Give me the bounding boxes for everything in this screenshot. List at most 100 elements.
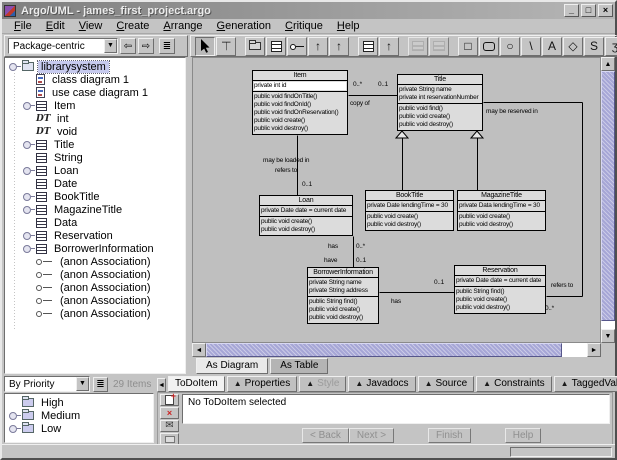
- circle-tool[interactable]: ○: [500, 37, 520, 56]
- new-todo-button[interactable]: [160, 394, 179, 406]
- expander-knob[interactable]: [22, 166, 36, 175]
- tree-item-anon-association[interactable]: (anon Association): [5, 294, 185, 307]
- tree-item-date[interactable]: Date: [5, 177, 185, 190]
- vertical-scrollbar[interactable]: ▲ ▼: [601, 57, 615, 343]
- select-tool[interactable]: [195, 37, 215, 56]
- menu-view[interactable]: View: [72, 19, 110, 33]
- association-tool[interactable]: [287, 37, 307, 56]
- expander-knob[interactable]: [22, 140, 36, 149]
- menu-help[interactable]: Help: [330, 19, 367, 33]
- email-expert-button[interactable]: ✉: [160, 420, 179, 432]
- uml-class-item[interactable]: Itemprivate int idpublic void findOnTitl…: [252, 70, 348, 135]
- tree-item-booktitle[interactable]: BookTitle: [5, 190, 185, 203]
- spline-tool[interactable]: S: [584, 37, 604, 56]
- wizard-help-button[interactable]: Help: [505, 428, 542, 443]
- expander-knob[interactable]: [22, 231, 36, 240]
- tree-item-use-case-diagram-1[interactable]: use case diagram 1: [5, 86, 185, 99]
- scroll-right-button[interactable]: ►: [587, 343, 601, 357]
- tab-properties[interactable]: ▲Properties: [227, 376, 298, 392]
- tab-style[interactable]: ▲Style: [299, 376, 346, 392]
- title-bar[interactable]: Argo/UML - james_first_project.argo _ □ …: [2, 2, 615, 19]
- tree-item-title[interactable]: Title: [5, 138, 185, 151]
- menu-critique[interactable]: Critique: [278, 19, 330, 33]
- tree-item-data[interactable]: Data: [5, 216, 185, 229]
- chevron-down-icon[interactable]: ▼: [76, 377, 89, 391]
- generalization-tool[interactable]: ↑: [329, 37, 349, 56]
- expander-knob[interactable]: [22, 205, 36, 214]
- line-tool[interactable]: \: [521, 37, 541, 56]
- tree-item-borrowerinformation[interactable]: BorrowerInformation: [5, 242, 185, 255]
- scroll-left-button[interactable]: ◄: [192, 343, 206, 357]
- tree-item-loan[interactable]: Loan: [5, 164, 185, 177]
- perspective-combobox[interactable]: Package-centric ▼: [8, 38, 118, 54]
- menu-arrange[interactable]: Arrange: [156, 19, 209, 33]
- menu-create[interactable]: Create: [109, 19, 156, 33]
- horizontal-scrollbar[interactable]: ◄ ►: [192, 343, 601, 357]
- broom-tool[interactable]: ⊢: [216, 37, 236, 56]
- dependency-tool[interactable]: ↑: [308, 37, 328, 56]
- todo-group-low[interactable]: Low: [5, 422, 153, 435]
- vertical-scroll-thumb[interactable]: [601, 71, 615, 321]
- tree-item-int[interactable]: DTint: [5, 112, 185, 125]
- todo-flat-view-button[interactable]: ≣: [93, 377, 108, 392]
- navigate-back-button[interactable]: ⇦: [120, 38, 136, 54]
- maximize-button[interactable]: □: [581, 4, 596, 17]
- tab-as-diagram[interactable]: As Diagram: [196, 358, 268, 374]
- tree-item-magazinetitle[interactable]: MagazineTitle: [5, 203, 185, 216]
- uml-class-title[interactable]: Titleprivate String nameprivate int rese…: [397, 74, 483, 131]
- ink-tool[interactable]: ʒ: [605, 37, 617, 56]
- tree-item-librarysystem[interactable]: librarysystem: [5, 60, 185, 73]
- tree-item-string[interactable]: String: [5, 151, 185, 164]
- minimize-button[interactable]: _: [564, 4, 579, 17]
- uml-class-reservation[interactable]: Reservationprivate Date date = current d…: [454, 265, 546, 314]
- wizard-back-button[interactable]: < Back: [302, 428, 349, 443]
- expander-knob[interactable]: [8, 411, 22, 420]
- tree-item-anon-association[interactable]: (anon Association): [5, 281, 185, 294]
- tab-scroll-left-button[interactable]: ◄: [157, 378, 166, 392]
- wizard-finish-button[interactable]: Finish: [428, 428, 471, 443]
- menu-file[interactable]: File: [7, 19, 39, 33]
- chevron-down-icon[interactable]: ▼: [104, 39, 117, 53]
- todo-group-high[interactable]: High: [5, 396, 153, 409]
- scroll-up-button[interactable]: ▲: [601, 57, 615, 71]
- tab-taggedvalues[interactable]: ▲TaggedValues: [554, 376, 617, 392]
- tree-item-anon-association[interactable]: (anon Association): [5, 268, 185, 281]
- tree-item-anon-association[interactable]: (anon Association): [5, 307, 185, 320]
- package-tool[interactable]: [245, 37, 265, 56]
- menu-generation[interactable]: Generation: [210, 19, 278, 33]
- tree-item-reservation[interactable]: Reservation: [5, 229, 185, 242]
- explorer-tree[interactable]: librarysystemclass diagram 1use case dia…: [4, 57, 186, 374]
- expander-knob[interactable]: [22, 192, 36, 201]
- expander-knob[interactable]: [22, 101, 36, 110]
- tab-constraints[interactable]: ▲Constraints: [476, 376, 552, 392]
- tab-todoitem[interactable]: ToDoItem: [168, 376, 225, 392]
- interface-tool[interactable]: [358, 37, 378, 56]
- todo-group-medium[interactable]: Medium: [5, 409, 153, 422]
- text-tool[interactable]: A: [542, 37, 562, 56]
- expander-knob[interactable]: [22, 244, 36, 253]
- close-button[interactable]: ×: [598, 4, 613, 17]
- tree-item-class-diagram-1[interactable]: class diagram 1: [5, 73, 185, 86]
- rectangle-tool[interactable]: □: [458, 37, 478, 56]
- uml-class-borrowerinformation[interactable]: BorrowerInformationprivate String namepr…: [307, 267, 379, 324]
- navigate-forward-button[interactable]: ⇨: [138, 38, 154, 54]
- tab-javadocs[interactable]: ▲Javadocs: [348, 376, 415, 392]
- scroll-down-button[interactable]: ▼: [601, 329, 615, 343]
- resolve-todo-button[interactable]: ×: [160, 407, 179, 419]
- tree-item-item[interactable]: Item: [5, 99, 185, 112]
- rounded-rectangle-tool[interactable]: [479, 37, 499, 56]
- tab-as-table[interactable]: As Table: [270, 358, 328, 374]
- uml-class-magazinetitle[interactable]: MagazineTitleprivate Data lendingTime = …: [457, 190, 546, 231]
- wizard-next-button[interactable]: Next >: [349, 428, 394, 443]
- uml-class-loan[interactable]: Loanprivate Date date = current datepubl…: [259, 195, 353, 236]
- realization-tool[interactable]: ↑: [379, 37, 399, 56]
- diagram-canvas[interactable]: Itemprivate int idpublic void findOnTitl…: [192, 57, 601, 343]
- tree-item-void[interactable]: DTvoid: [5, 125, 185, 138]
- perspective-config-button[interactable]: ≣: [159, 38, 175, 54]
- tree-item-anon-association[interactable]: (anon Association): [5, 255, 185, 268]
- class-tool[interactable]: [266, 37, 286, 56]
- todo-filter-combobox[interactable]: By Priority ▼: [4, 376, 90, 392]
- expander-knob[interactable]: [8, 62, 22, 71]
- todo-tree[interactable]: HighMediumLow: [4, 393, 154, 443]
- polygon-tool[interactable]: ◇: [563, 37, 583, 56]
